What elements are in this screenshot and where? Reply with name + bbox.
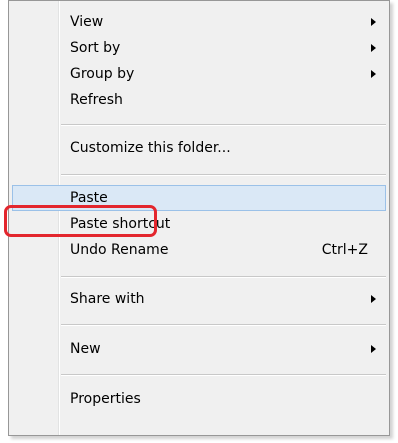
menu-separator bbox=[61, 124, 386, 126]
menu-item-shortcut: Ctrl+Z bbox=[321, 242, 368, 258]
menu-item-label: Group by bbox=[70, 66, 135, 82]
menu-item-label: Customize this folder... bbox=[70, 140, 231, 156]
submenu-arrow-icon bbox=[371, 295, 376, 303]
menu-item-sort-by[interactable]: Sort by bbox=[12, 35, 386, 61]
menu-separator bbox=[61, 276, 386, 278]
submenu-arrow-icon bbox=[371, 345, 376, 353]
menu-item-view[interactable]: View bbox=[12, 9, 386, 35]
menu-item-label: New bbox=[70, 341, 101, 357]
menu-separator bbox=[61, 324, 386, 326]
menu-item-group-by[interactable]: Group by bbox=[12, 61, 386, 87]
menu-item-share-with[interactable]: Share with bbox=[12, 286, 386, 312]
menu-item-paste-shortcut[interactable]: Paste shortcut bbox=[12, 211, 386, 237]
menu-separator bbox=[61, 374, 386, 376]
menu-item-label: Share with bbox=[70, 291, 145, 307]
menu-item-label: Properties bbox=[70, 391, 141, 407]
menu-separator bbox=[61, 174, 386, 176]
menu-item-customize-folder[interactable]: Customize this folder... bbox=[12, 135, 386, 161]
submenu-arrow-icon bbox=[371, 70, 376, 78]
menu-item-undo-rename[interactable]: Undo Rename Ctrl+Z bbox=[12, 237, 386, 263]
menu-item-properties[interactable]: Properties bbox=[12, 386, 386, 412]
menu-item-new[interactable]: New bbox=[12, 336, 386, 362]
submenu-arrow-icon bbox=[371, 18, 376, 26]
context-menu: View Sort by Group by Refresh Customize … bbox=[8, 0, 390, 436]
menu-item-label: Refresh bbox=[70, 92, 123, 108]
menu-item-label: Paste shortcut bbox=[70, 216, 171, 232]
submenu-arrow-icon bbox=[371, 44, 376, 52]
menu-item-label: Sort by bbox=[70, 40, 121, 56]
menu-item-label: Undo Rename bbox=[70, 242, 169, 258]
menu-item-paste[interactable]: Paste bbox=[12, 185, 386, 211]
menu-item-refresh[interactable]: Refresh bbox=[12, 87, 386, 113]
menu-item-label: Paste bbox=[70, 190, 108, 206]
menu-item-label: View bbox=[70, 14, 104, 30]
